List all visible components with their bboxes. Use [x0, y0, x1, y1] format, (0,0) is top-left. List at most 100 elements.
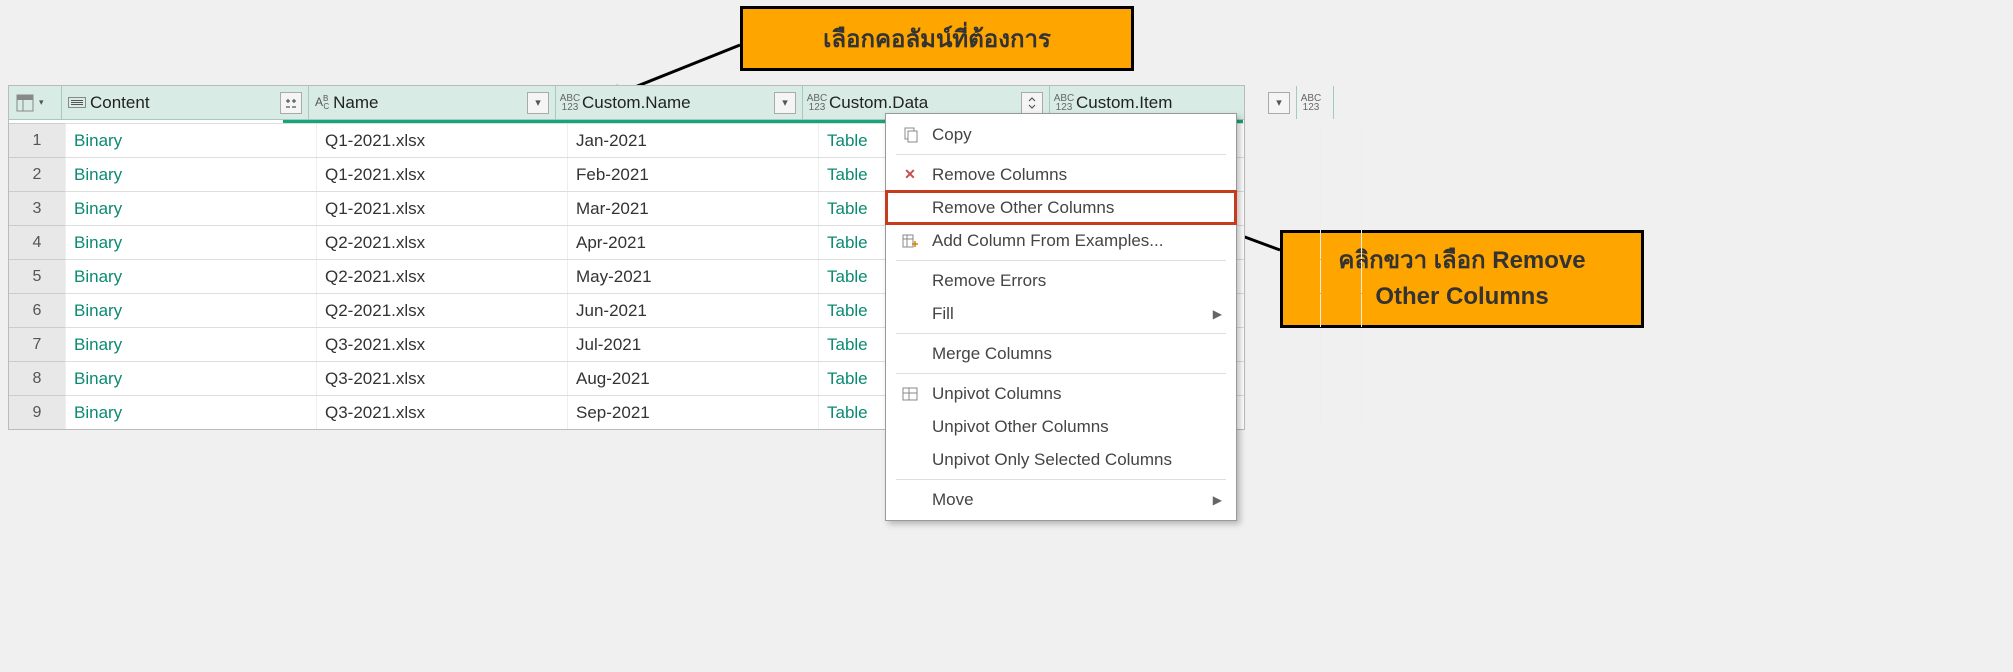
grid-corner[interactable]: ▾ [9, 86, 62, 119]
row-number[interactable]: 5 [9, 259, 66, 293]
cell-content[interactable]: Binary [66, 396, 317, 429]
filter-dropdown-icon[interactable]: ▾ [527, 92, 549, 114]
cell-custom-name[interactable]: Sep-2021 [568, 396, 819, 429]
column-name: Custom.Item [1076, 93, 1264, 113]
cell-name[interactable]: Q3-2021.xlsx [317, 362, 568, 395]
expand-table-icon[interactable] [1021, 92, 1043, 114]
menu-move[interactable]: Move ▶ [886, 483, 1236, 516]
row-number[interactable]: 4 [9, 225, 66, 259]
cell-content[interactable]: Binary [66, 328, 317, 361]
cell-name[interactable]: Q1-2021.xlsx [317, 192, 568, 225]
menu-fill[interactable]: Fill ▶ [886, 297, 1236, 330]
row-number[interactable]: 2 [9, 157, 66, 191]
cell-content[interactable]: Binary [66, 192, 317, 225]
menu-separator [896, 479, 1226, 480]
cell-truncated[interactable] [1321, 328, 1362, 361]
row-number[interactable]: 7 [9, 327, 66, 361]
menu-copy[interactable]: Copy [886, 118, 1236, 151]
menu-unpivot-other-columns[interactable]: Unpivot Other Columns [886, 410, 1236, 443]
filter-dropdown-icon[interactable]: ▾ [1268, 92, 1290, 114]
cell-name[interactable]: Q1-2021.xlsx [317, 158, 568, 191]
cell-name[interactable]: Q1-2021.xlsx [317, 124, 568, 157]
menu-remove-errors[interactable]: Remove Errors [886, 264, 1236, 297]
cell-content[interactable]: Binary [66, 158, 317, 191]
cell-content[interactable]: Binary [66, 124, 317, 157]
cell-name[interactable]: Q3-2021.xlsx [317, 328, 568, 361]
cell-custom-name[interactable]: Aug-2021 [568, 362, 819, 395]
cell-truncated[interactable] [1321, 158, 1362, 191]
remove-icon: ✕ [900, 166, 920, 183]
any-type-icon: ABC123 [562, 94, 578, 112]
menu-separator [896, 260, 1226, 261]
column-header-truncated[interactable]: ABC123 [1297, 86, 1334, 119]
menu-label: Fill [932, 304, 1201, 324]
submenu-arrow-icon: ▶ [1213, 493, 1222, 507]
cell-content[interactable]: Binary [66, 260, 317, 293]
cell-truncated[interactable] [1321, 192, 1362, 225]
column-context-menu: Copy ✕ Remove Columns Remove Other Colum… [885, 113, 1237, 521]
menu-unpivot-only-selected[interactable]: Unpivot Only Selected Columns [886, 443, 1236, 476]
menu-unpivot-columns[interactable]: Unpivot Columns [886, 377, 1236, 410]
any-type-icon: ABC123 [1056, 94, 1072, 112]
filter-dropdown-icon[interactable]: ▾ [774, 92, 796, 114]
row-number[interactable]: 9 [9, 395, 66, 429]
submenu-arrow-icon: ▶ [1213, 307, 1222, 321]
binary-column-icon [68, 97, 86, 108]
cell-custom-name[interactable]: Jun-2021 [568, 294, 819, 327]
column-name: Content [90, 93, 276, 113]
menu-label: Unpivot Only Selected Columns [932, 450, 1222, 470]
column-header-name[interactable]: ABC Name ▾ [309, 86, 556, 119]
menu-label: Unpivot Columns [932, 384, 1222, 404]
column-name: Custom.Name [582, 93, 770, 113]
cell-custom-name[interactable]: May-2021 [568, 260, 819, 293]
cell-name[interactable]: Q2-2021.xlsx [317, 294, 568, 327]
menu-separator [896, 373, 1226, 374]
cell-custom-name[interactable]: Apr-2021 [568, 226, 819, 259]
any-type-icon: ABC123 [809, 94, 825, 112]
cell-content[interactable]: Binary [66, 226, 317, 259]
cell-content[interactable]: Binary [66, 362, 317, 395]
column-header-custom-name[interactable]: ABC123 Custom.Name ▾ [556, 86, 803, 119]
menu-remove-other-columns[interactable]: Remove Other Columns [886, 191, 1236, 224]
unpivot-icon [900, 386, 920, 402]
cell-custom-name[interactable]: Jul-2021 [568, 328, 819, 361]
cell-custom-name[interactable]: Feb-2021 [568, 158, 819, 191]
cell-content[interactable]: Binary [66, 294, 317, 327]
menu-add-column-from-examples[interactable]: Add Column From Examples... [886, 224, 1236, 257]
menu-label: Add Column From Examples... [932, 231, 1222, 251]
row-number[interactable]: 3 [9, 191, 66, 225]
any-type-icon: ABC123 [1303, 94, 1319, 112]
callout-text: เลือกคอลัมน์ที่ต้องการ [823, 26, 1051, 53]
menu-label: Remove Other Columns [932, 198, 1222, 218]
column-name: Name [333, 93, 523, 113]
text-column-icon: ABC [315, 94, 329, 111]
column-header-content[interactable]: Content [62, 86, 309, 119]
row-number[interactable]: 1 [9, 123, 66, 157]
row-number[interactable]: 6 [9, 293, 66, 327]
cell-custom-name[interactable]: Mar-2021 [568, 192, 819, 225]
menu-label: Remove Errors [932, 271, 1222, 291]
menu-label: Remove Columns [932, 165, 1222, 185]
cell-truncated[interactable] [1321, 124, 1362, 157]
cell-truncated[interactable] [1321, 260, 1362, 293]
cell-truncated[interactable] [1321, 226, 1362, 259]
row-number[interactable]: 8 [9, 361, 66, 395]
cell-truncated[interactable] [1321, 396, 1362, 429]
menu-separator [896, 154, 1226, 155]
menu-label: Move [932, 490, 1201, 510]
copy-icon [900, 127, 920, 143]
add-column-icon [900, 233, 920, 249]
cell-truncated[interactable] [1321, 294, 1362, 327]
column-name: Custom.Data [829, 93, 1017, 113]
expand-icon[interactable] [280, 92, 302, 114]
cell-name[interactable]: Q2-2021.xlsx [317, 226, 568, 259]
menu-separator [896, 333, 1226, 334]
cell-name[interactable]: Q3-2021.xlsx [317, 396, 568, 429]
cell-name[interactable]: Q2-2021.xlsx [317, 260, 568, 293]
cell-custom-name[interactable]: Jan-2021 [568, 124, 819, 157]
menu-remove-columns[interactable]: ✕ Remove Columns [886, 158, 1236, 191]
cell-truncated[interactable] [1321, 362, 1362, 395]
menu-label: Merge Columns [932, 344, 1222, 364]
menu-merge-columns[interactable]: Merge Columns [886, 337, 1236, 370]
menu-label: Copy [932, 125, 1222, 145]
